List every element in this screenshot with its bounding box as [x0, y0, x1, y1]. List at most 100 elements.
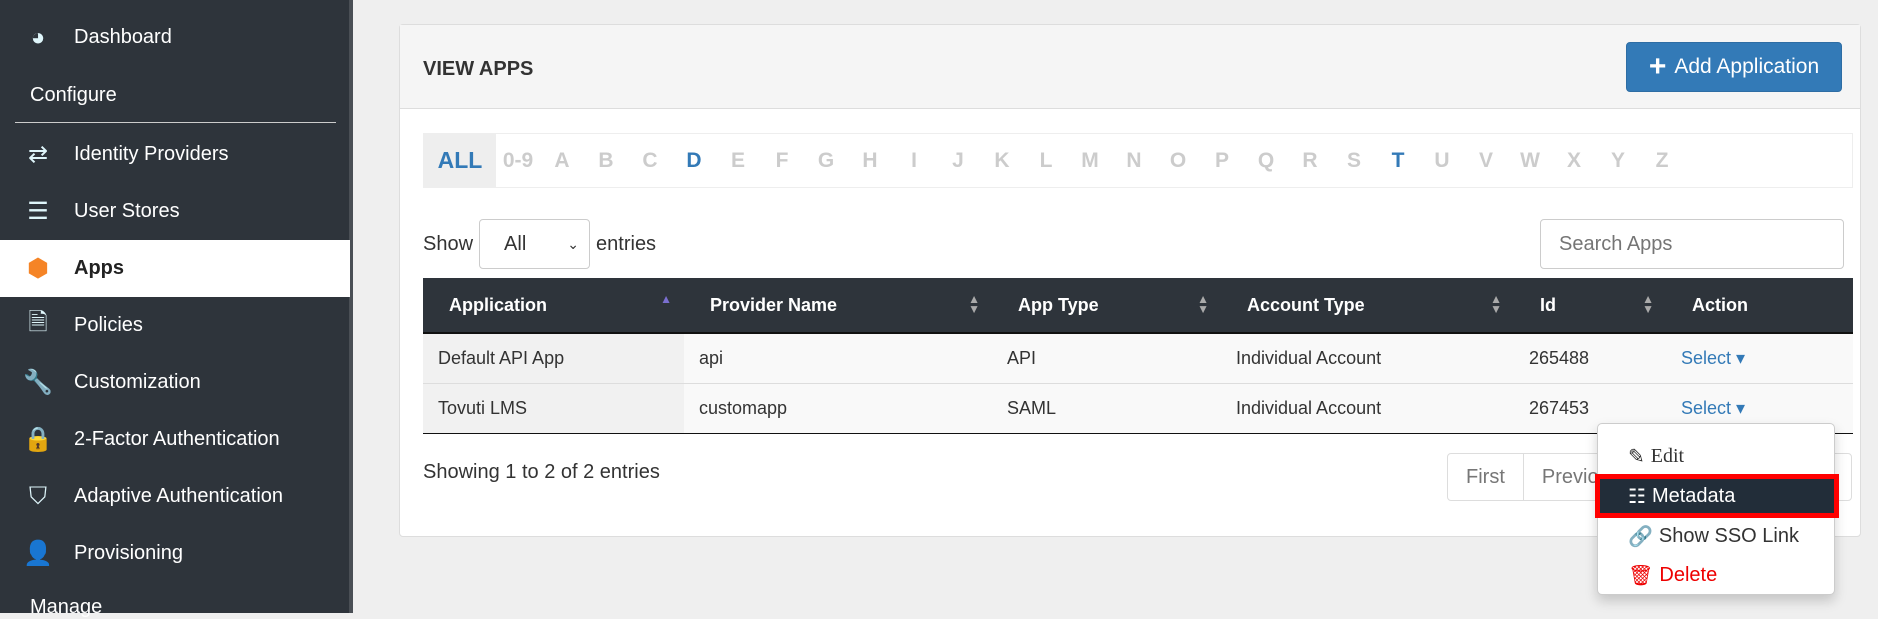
letter-filter-g[interactable]: G	[804, 149, 848, 173]
table-cell: API	[992, 333, 1221, 384]
column-header-action[interactable]: Action	[1666, 278, 1853, 334]
cube-icon: ⬢	[27, 255, 49, 282]
caret-down-icon: ▾	[1731, 347, 1746, 368]
letter-filter-d[interactable]: D	[672, 149, 716, 173]
table-cell: Individual Account	[1221, 383, 1514, 434]
apps-table: Application ▲ Provider Name ▲ ▼ App Type ▲ ▼ Acc…	[423, 278, 1853, 434]
entries-label: entries	[596, 232, 657, 255]
user-icon: 👤	[23, 540, 53, 567]
letter-filter-x[interactable]: X	[1552, 149, 1596, 173]
sidebar-item-2fa[interactable]: 🔒 2-Factor Authentication	[0, 411, 350, 468]
sidebar-item-provisioning[interactable]: 👤 Provisioning	[0, 525, 350, 582]
menu-label: Metadata	[1651, 484, 1736, 507]
exchange-icon: ⇄	[27, 141, 49, 168]
header-label: App Type	[1018, 294, 1099, 315]
edit-icon: ✎	[1628, 445, 1645, 468]
menu-item-show-sso-link[interactable]: 🔗 Show SSO Link	[1598, 518, 1836, 554]
letter-filter-c[interactable]: C	[628, 149, 672, 173]
dashboard-icon: ◕	[30, 23, 46, 51]
sidebar-item-label: Customization	[74, 371, 201, 393]
letter-filter-f[interactable]: F	[760, 149, 804, 173]
select-label: Select	[1681, 347, 1732, 368]
letter-filter-n[interactable]: N	[1112, 149, 1156, 173]
show-entries: Show All ⌄ entries	[423, 219, 656, 269]
table-cell: SAML	[992, 383, 1221, 434]
header-label: Application	[449, 294, 547, 315]
sort-icon: ▲ ▼	[1642, 292, 1654, 316]
sort-icon: ▲ ▼	[968, 292, 980, 316]
menu-item-delete[interactable]: 🗑 Delete	[1598, 557, 1836, 593]
sidebar: ◕ Dashboard Configure ⇄ Identity Providers…	[0, 0, 353, 618]
letter-filter-e[interactable]: E	[716, 149, 760, 173]
menu-label: Delete	[1659, 563, 1718, 586]
show-label: Show	[423, 232, 474, 255]
letter-filter-o[interactable]: O	[1156, 149, 1200, 173]
letter-filter-h[interactable]: H	[848, 149, 892, 173]
letter-filter-s[interactable]: S	[1332, 149, 1376, 173]
entries-select[interactable]: All ⌄	[479, 219, 591, 269]
header-label: Id	[1540, 294, 1556, 315]
section-configure: Configure	[30, 84, 117, 106]
letter-filter-i[interactable]: I	[892, 149, 936, 173]
caret-down-icon: ▾	[1731, 397, 1746, 418]
sidebar-item-label: Provisioning	[74, 542, 183, 564]
add-application-button[interactable]: + Add Application	[1626, 42, 1842, 92]
file-icon: 🗎	[28, 309, 48, 336]
header-label: Provider Name	[710, 294, 838, 315]
menu-item-metadata[interactable]: ☷ Metadata	[1595, 474, 1839, 518]
letter-filter-all[interactable]: ALL	[424, 134, 496, 187]
action-select-button[interactable]: Select ▾	[1681, 398, 1745, 418]
table-cell: 265488	[1514, 333, 1666, 384]
plus-icon: +	[1648, 50, 1667, 83]
page-first-button[interactable]: First	[1448, 454, 1524, 500]
letter-filter-u[interactable]: U	[1420, 149, 1464, 173]
header-label: Account Type	[1247, 294, 1365, 315]
menu-label: Show SSO Link	[1658, 524, 1799, 547]
menu-item-edit[interactable]: ✎ Edit	[1598, 438, 1836, 474]
letter-filter-m[interactable]: M	[1068, 149, 1112, 173]
letter-filter-0-9[interactable]: 0-9	[496, 149, 540, 173]
sidebar-item-label: 2-Factor Authentication	[74, 428, 280, 450]
header-label: Action	[1692, 294, 1748, 315]
letter-filter-k[interactable]: K	[980, 149, 1024, 173]
letter-filter-v[interactable]: V	[1464, 149, 1508, 173]
lock-icon: 🔒	[23, 426, 53, 453]
sidebar-item-label: Dashboard	[74, 26, 172, 48]
letter-filter-w[interactable]: W	[1508, 149, 1552, 173]
divider	[15, 122, 336, 123]
sidebar-item-label: Adaptive Authentication	[74, 485, 284, 507]
letter-filter-b[interactable]: B	[584, 149, 628, 173]
sidebar-item-customization[interactable]: 🔧 Customization	[0, 354, 350, 411]
letter-filter-l[interactable]: L	[1024, 149, 1068, 173]
action-select-button[interactable]: Select ▾	[1681, 348, 1745, 368]
search-input[interactable]	[1540, 219, 1844, 269]
alphabet-filter: ALL 0-9 A B C D E F G H I J K L M N O P Q R S T U V W X Y Z	[423, 133, 1853, 188]
column-header-provider-name[interactable]: Provider Name ▲ ▼	[684, 278, 992, 334]
list-icon: ☷	[1628, 485, 1646, 508]
action-dropdown-menu: ✎ Edit ☷ Metadata 🔗 Show SSO Link 🗑 Delete	[1595, 423, 1839, 595]
card-header: VIEW APPS + Add Application	[400, 25, 1860, 109]
letter-filter-q[interactable]: Q	[1244, 149, 1288, 173]
letter-filter-p[interactable]: P	[1200, 149, 1244, 173]
table-cell: Individual Account	[1221, 333, 1514, 384]
letter-filter-j[interactable]: J	[936, 149, 980, 173]
column-header-application[interactable]: Application ▲	[423, 278, 684, 334]
letter-filter-t[interactable]: T	[1376, 149, 1420, 173]
letter-filter-y[interactable]: Y	[1596, 149, 1640, 173]
letter-filter-a[interactable]: A	[540, 149, 584, 173]
sidebar-item-label: Policies	[74, 314, 143, 336]
sidebar-item-user-stores[interactable]: ☰ User Stores	[0, 183, 350, 240]
column-header-app-type[interactable]: App Type ▲ ▼	[992, 278, 1221, 334]
sidebar-item-identity-providers[interactable]: ⇄ Identity Providers	[0, 126, 350, 183]
sidebar-item-apps[interactable]: ⬢ Apps	[0, 240, 350, 297]
sidebar-item-policies[interactable]: 🗎 Policies	[0, 297, 350, 354]
sidebar-item-adaptive-auth[interactable]: ⛉ Adaptive Authentication	[0, 468, 350, 525]
wrench-icon: 🔧	[23, 369, 53, 396]
letter-filter-r[interactable]: R	[1288, 149, 1332, 173]
column-header-account-type[interactable]: Account Type ▲ ▼	[1221, 278, 1514, 334]
sidebar-item-dashboard[interactable]: ◕ Dashboard	[0, 9, 350, 66]
column-header-id[interactable]: Id ▲ ▼	[1514, 278, 1666, 334]
trash-icon: 🗑	[1628, 564, 1654, 587]
database-icon: ☰	[27, 198, 49, 225]
letter-filter-z[interactable]: Z	[1640, 149, 1684, 173]
